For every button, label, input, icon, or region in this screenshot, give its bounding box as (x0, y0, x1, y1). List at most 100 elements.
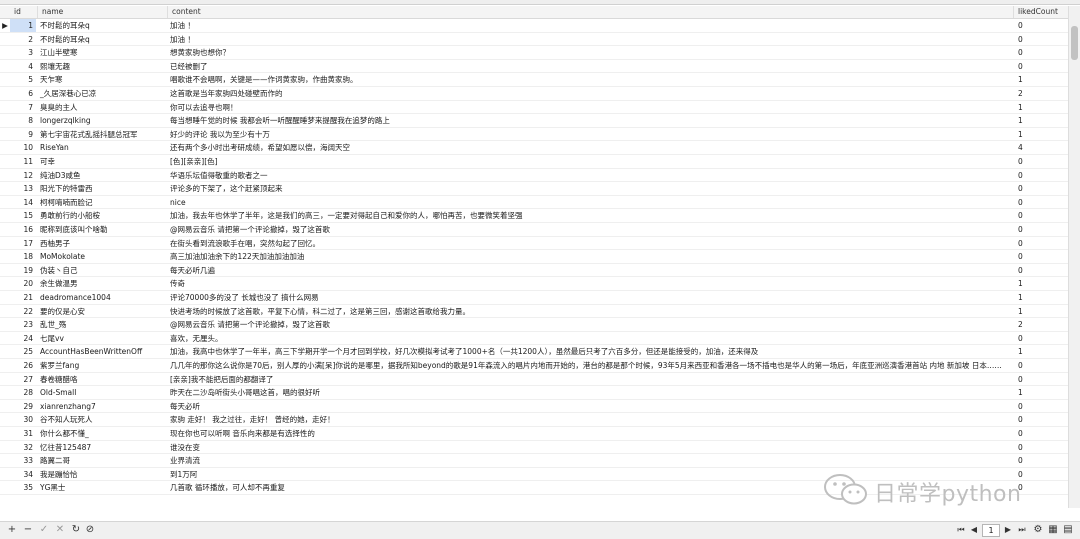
cell-content[interactable]: 现在你也可以听啊 音乐向来都是有选择性的 (170, 427, 1004, 440)
cell-content[interactable]: @网易云音乐 请把第一个评论撤掉，毁了这首歌 (170, 223, 1004, 236)
page-number-input[interactable]: 1 (982, 524, 1000, 537)
cell-id[interactable]: 26 (10, 359, 36, 372)
cell-content[interactable]: 好少的评论 我以为至少有十万 (170, 128, 1004, 141)
cell-name[interactable]: deadromance1004 (38, 291, 166, 304)
cell-name[interactable]: 春卷糖醋咯 (38, 373, 166, 386)
cell-content[interactable]: 已经被删了 (170, 60, 1004, 73)
cell-likedcount[interactable]: 0 (1018, 237, 1058, 250)
cell-likedcount[interactable]: 1 (1018, 277, 1058, 290)
cell-likedcount[interactable]: 1 (1018, 386, 1058, 399)
cell-id[interactable]: 19 (10, 264, 36, 277)
column-header-id[interactable]: id (10, 6, 38, 18)
cell-id[interactable]: 31 (10, 427, 36, 440)
cell-likedcount[interactable]: 1 (1018, 345, 1058, 358)
cell-likedcount[interactable]: 0 (1018, 373, 1058, 386)
cell-content[interactable]: 几几年的那你这么说你是70后，别人厚的小满[呆]你说的是哪里，据我所知beyon… (170, 359, 1004, 372)
cell-name[interactable]: 阳光下的特雷西 (38, 182, 166, 195)
cell-name[interactable]: 要的仅是心安 (38, 305, 166, 318)
cell-content[interactable]: 评论多的下架了，这个赶紧顶起来 (170, 182, 1004, 195)
column-header-likedcount[interactable]: likedCount (1014, 6, 1068, 18)
table-row[interactable]: 16 昵称到底该叫个啥勒 @网易云音乐 请把第一个评论撤掉，毁了这首歌 0 (0, 223, 1068, 237)
cell-likedcount[interactable]: 0 (1018, 441, 1058, 454)
cell-content[interactable]: 你可以去追寻也啊！ (170, 101, 1004, 114)
last-page-icon[interactable]: ⏭ (1016, 524, 1028, 536)
prev-page-icon[interactable]: ◀ (968, 524, 980, 536)
cell-name[interactable]: 昵称到底该叫个啥勒 (38, 223, 166, 236)
cell-id[interactable]: 21 (10, 291, 36, 304)
cell-name[interactable]: 不时鬆的耳朵q (38, 33, 166, 46)
table-row[interactable]: 3 江山半壁寒 想黄家驹也想你？ 0 (0, 46, 1068, 60)
cell-likedcount[interactable]: 0 (1018, 169, 1058, 182)
table-row[interactable]: ▶ 1 不时鬆的耳朵q 加油 ！ 0 (0, 19, 1068, 33)
table-row[interactable]: 27 春卷糖醋咯 [亲亲]我不能把后面的都翻译了 0 (0, 373, 1068, 387)
table-row[interactable]: 4 熙壤无趣 已经被删了 0 (0, 60, 1068, 74)
cell-content[interactable]: 加油，我高中也休学了一年半，高三下学期开学一个月才回到学校，好几次模拟考试考了1… (170, 345, 1004, 358)
cell-name[interactable]: 紫罗兰fang (38, 359, 166, 372)
table-row[interactable]: 28 Old-Small 昨天在二沙岛听街头小哥唱这首，唱的很好听 1 (0, 386, 1068, 400)
next-page-icon[interactable]: ▶ (1002, 524, 1014, 536)
table-row[interactable]: 8 longerzqlking 每当想睡午觉的时候 我都会听一听醒醒睡梦来提醒我在追… (0, 114, 1068, 128)
cell-name[interactable]: 不时鬆的耳朵q (38, 19, 166, 32)
cell-content[interactable]: 喜欢，无厘头。 (170, 332, 1004, 345)
table-row[interactable]: 18 MoMokolate 高三加油加油余下的122天加油加油加油 0 (0, 250, 1068, 264)
cell-id[interactable]: 17 (10, 237, 36, 250)
cell-content[interactable]: 评论70000多的没了 长城也没了 搞什么网易 (170, 291, 1004, 304)
cell-content[interactable]: 业界清流 (170, 454, 1004, 467)
cell-id[interactable]: 20 (10, 277, 36, 290)
cell-likedcount[interactable]: 1 (1018, 101, 1058, 114)
cell-name[interactable]: 余生做温男 (38, 277, 166, 290)
cell-name[interactable]: 乱世_殇 (38, 318, 166, 331)
cell-id[interactable]: 13 (10, 182, 36, 195)
table-row[interactable]: 10 RiseYan 还有两个多小时出考研成绩，希望如愿以偿，海阔天空 4 (0, 141, 1068, 155)
column-header-content[interactable]: content (168, 6, 1014, 18)
cell-likedcount[interactable]: 1 (1018, 291, 1058, 304)
cell-likedcount[interactable]: 4 (1018, 141, 1058, 154)
add-icon[interactable]: + (6, 524, 18, 536)
cell-name[interactable]: RiseYan (38, 141, 166, 154)
cell-id[interactable]: 6 (10, 87, 36, 100)
cell-likedcount[interactable]: 0 (1018, 60, 1058, 73)
table-row[interactable]: 25 AccountHasBeenWrittenOff 加油，我高中也休学了一年半，… (0, 345, 1068, 359)
cell-id[interactable]: 4 (10, 60, 36, 73)
cell-content[interactable]: 加油，我去年也休学了半年，这是我们的高三，一定要对得起自己和爱你的人，哪怕再苦，… (170, 209, 1004, 222)
cell-id[interactable]: 9 (10, 128, 36, 141)
cell-content[interactable]: 华语乐坛值得敬重的歌者之一 (170, 169, 1004, 182)
cell-id[interactable]: 12 (10, 169, 36, 182)
cell-likedcount[interactable]: 1 (1018, 305, 1058, 318)
cell-likedcount[interactable]: 0 (1018, 264, 1058, 277)
cell-content[interactable]: 每当想睡午觉的时候 我都会听一听醒醒睡梦来提醒我在追梦的路上 (170, 114, 1004, 127)
table-row[interactable]: 22 要的仅是心安 快进考场的时候放了这首歌，平复下心情，科二过了，这是第三回，感谢… (0, 305, 1068, 319)
cell-likedcount[interactable]: 0 (1018, 155, 1058, 168)
cell-name[interactable]: 勇敢前行的小船桉 (38, 209, 166, 222)
table-row[interactable]: 23 乱世_殇 @网易云音乐 请把第一个评论撤掉，毁了这首歌 2 (0, 318, 1068, 332)
cell-content[interactable]: 还有两个多小时出考研成绩，希望如愿以偿，海阔天空 (170, 141, 1004, 154)
cell-content[interactable]: 想黄家驹也想你？ (170, 46, 1004, 59)
cell-content[interactable]: 每天必听 (170, 400, 1004, 413)
cell-name[interactable]: longerzqlking (38, 114, 166, 127)
cell-likedcount[interactable]: 2 (1018, 87, 1058, 100)
cell-name[interactable]: Old-Small (38, 386, 166, 399)
cell-id[interactable]: 33 (10, 454, 36, 467)
cell-likedcount[interactable]: 0 (1018, 332, 1058, 345)
cell-id[interactable]: 10 (10, 141, 36, 154)
cell-id[interactable]: 16 (10, 223, 36, 236)
table-row[interactable]: 2 不时鬆的耳朵q 加油 ！ 0 (0, 33, 1068, 47)
cell-id[interactable]: 27 (10, 373, 36, 386)
cell-name[interactable]: 路翼二哥 (38, 454, 166, 467)
first-page-icon[interactable]: ⏮ (955, 524, 967, 536)
cell-content[interactable]: 加油 ！ (170, 33, 1004, 46)
table-row[interactable]: 6 _久居深巷心已凉 这首歌是当年家驹四处碰壁而作的 2 (0, 87, 1068, 101)
cell-id[interactable]: 24 (10, 332, 36, 345)
cell-content[interactable]: 加油 ！ (170, 19, 1004, 32)
cell-content[interactable]: 传奇 (170, 277, 1004, 290)
table-row[interactable]: 31 你什么都不懂_ 现在你也可以听啊 音乐向来都是有选择性的 0 (0, 427, 1068, 441)
cell-likedcount[interactable]: 0 (1018, 454, 1058, 467)
cell-id[interactable]: 7 (10, 101, 36, 114)
cell-id[interactable]: 1 (10, 19, 36, 32)
table-row[interactable]: 7 臭臭的主人 你可以去追寻也啊！ 1 (0, 101, 1068, 115)
grid-icon[interactable]: ▦ (1047, 524, 1059, 536)
cell-content[interactable]: @网易云音乐 请把第一个评论撤掉，毁了这首歌 (170, 318, 1004, 331)
cell-name[interactable]: _久居深巷心已凉 (38, 87, 166, 100)
cell-name[interactable]: 忆往昔125487 (38, 441, 166, 454)
cell-likedcount[interactable]: 0 (1018, 427, 1058, 440)
